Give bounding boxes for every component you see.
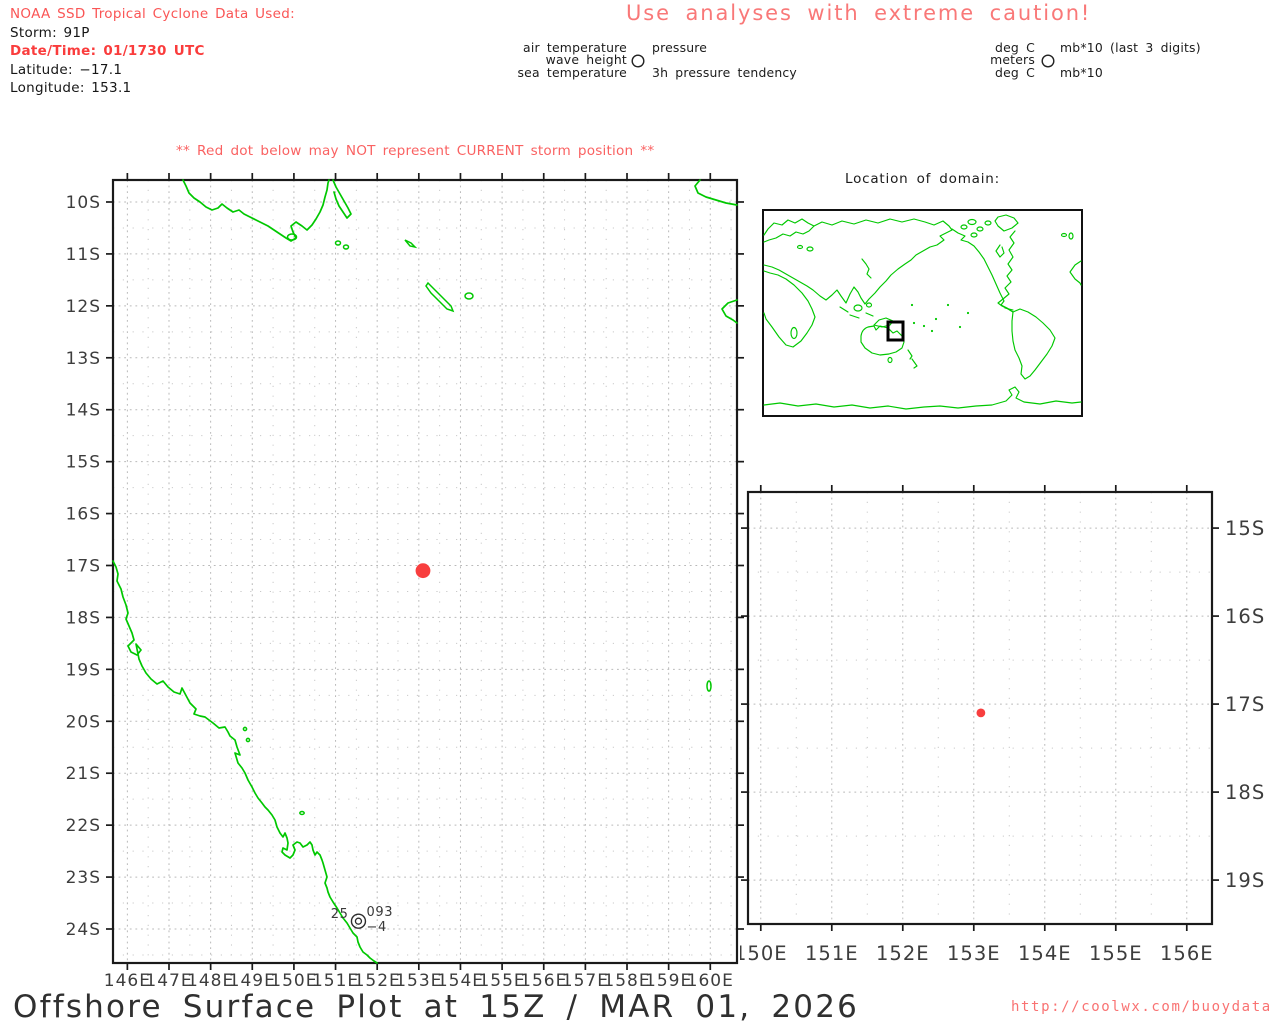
lat-axis-label: 15S [1225, 517, 1265, 540]
lat-axis-label: 17S [66, 556, 101, 576]
world-inset-map [762, 209, 1083, 417]
lon-axis-label: 156E [520, 971, 567, 991]
station-plot: 25 093 −4 [331, 905, 393, 935]
lat-axis-label: 16S [66, 505, 101, 525]
storm-position-dot [976, 708, 986, 718]
zoom-map-border [746, 490, 1214, 926]
lon-axis-label: 157E [562, 971, 609, 991]
legend-left-labels: air temperature wave height sea temperat… [505, 41, 627, 80]
lat-axis-label: 18S [66, 608, 101, 628]
offshore-surface-plot: NOAA SSD Tropical Cyclone Data Used: Sto… [0, 0, 1280, 1024]
lon-axis-label: 153E [947, 942, 1001, 965]
caution-headline: Use analyses with extreme caution! [626, 1, 1092, 25]
legend-left-values: pressure 3h pressure tendency [652, 40, 797, 80]
lat-axis-label: 24S [66, 920, 101, 940]
lon-axis-label: 155E [478, 971, 525, 991]
lat-axis-label: 16S [1225, 605, 1265, 628]
lon-axis-label: 156E [1160, 942, 1214, 965]
lat-axis-label: 17S [1225, 693, 1265, 716]
legend-mb10-digits-label: mb*10 (last 3 digits) [1060, 40, 1201, 55]
station-pressure-tendency: −4 [366, 920, 386, 935]
lon-axis-label: 159E [645, 971, 692, 991]
lat-axis-label: 19S [66, 660, 101, 680]
longitude-line: Longitude: 153.1 [10, 80, 132, 97]
plot-title: Offshore Surface Plot at 15Z / MAR 01, 2… [13, 989, 860, 1024]
lon-axis-label: 152E [354, 971, 401, 991]
lon-axis-label: 154E [1018, 942, 1072, 965]
legend-pressure-label: pressure [652, 40, 708, 55]
station-air-temp: 25 [331, 907, 349, 922]
lon-axis-label: 160E [687, 971, 734, 991]
lon-axis-label: 146E [104, 971, 151, 991]
legend-degc-label-2: deg C [995, 64, 1035, 80]
storm-position-warning: ** Red dot below may NOT represent CURRE… [176, 143, 655, 159]
zoomed-map: 150E 151E 152E 153E 154E 155E 156E 15S 16S 17S 18S… [740, 485, 1265, 965]
lat-axis-label: 14S [66, 401, 101, 421]
lat-axis-label: 23S [66, 868, 101, 888]
lat-axis-label: 21S [66, 764, 101, 784]
lon-axis-label: 147E [145, 971, 192, 991]
lon-axis-label: 151E [805, 942, 859, 965]
storm-id-line: Storm: 91P [10, 24, 90, 41]
storm-info-block: NOAA SSD Tropical Cyclone Data Used: Sto… [10, 5, 295, 98]
lat-axis-label: 22S [66, 816, 101, 836]
inset-border [762, 209, 1083, 417]
latitude-line: Latitude: −17.1 [10, 61, 123, 78]
legend-right-units: deg C meters deg C [955, 41, 1035, 80]
lat-axis-label: 10S [66, 193, 101, 213]
noaa-data-line: NOAA SSD Tropical Cyclone Data Used: [10, 6, 295, 22]
lat-axis-label: 11S [66, 245, 101, 265]
lat-axis-label: 20S [66, 712, 101, 732]
lon-axis-label: 149E [229, 971, 276, 991]
world-coastlines [763, 214, 1082, 410]
station-circle-icon [631, 54, 645, 68]
storm-position-dot [415, 563, 431, 579]
datetime-line: Date/Time: 01/1730 UTC [10, 43, 205, 60]
lon-axis-label: 150E [740, 942, 788, 965]
lat-axis-label: 19S [1225, 869, 1265, 892]
lon-axis-label: 151E [312, 971, 359, 991]
lat-axis-label: 13S [66, 349, 101, 369]
lon-axis-label: 153E [395, 971, 442, 991]
lon-axis-label: 158E [603, 971, 650, 991]
source-url: http://coolwx.com/buoydata [1011, 999, 1272, 1015]
lat-axis-label: 15S [66, 453, 101, 473]
lon-axis-label: 152E [876, 942, 930, 965]
coastline-png [182, 179, 738, 692]
lon-axis-label: 154E [437, 971, 484, 991]
station-pressure: 093 [366, 905, 393, 920]
lon-axis-label: 155E [1089, 942, 1143, 965]
lon-axis-label: 150E [270, 971, 317, 991]
legend-mb10-label: mb*10 [1060, 64, 1103, 80]
legend-right-values: mb*10 (last 3 digits) mb*10 [1060, 40, 1201, 80]
station-circle-icon [1041, 54, 1055, 68]
legend-sea-temp-label: sea temperature [517, 64, 627, 80]
legend-tendency-label: 3h pressure tendency [652, 64, 797, 80]
lat-axis-label: 12S [66, 297, 101, 317]
lat-axis-label: 18S [1225, 781, 1265, 804]
lon-axis-label: 148E [187, 971, 234, 991]
inset-title: Location of domain: [844, 171, 1000, 187]
main-map: 146E147E148E149E150E151E152E153E154E155E… [66, 173, 744, 991]
